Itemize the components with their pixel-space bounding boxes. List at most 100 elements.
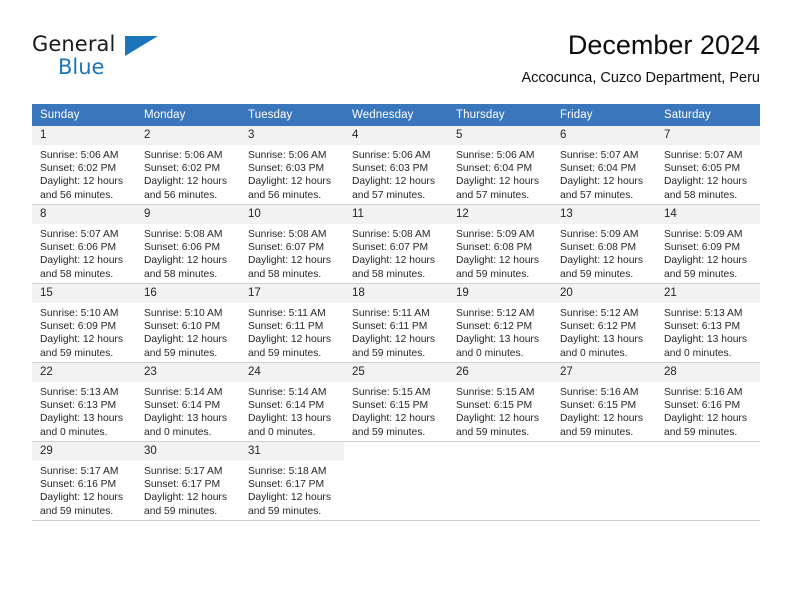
daylight-text-line1: Daylight: 12 hours (456, 413, 539, 425)
day-cell[interactable]: 29 Sunrise: 5:17 AM Sunset: 6:16 PM Dayligh… (32, 441, 136, 521)
daylight-text-line2: and 59 minutes. (144, 347, 218, 359)
day-cell[interactable]: 21 Sunrise: 5:13 AM Sunset: 6:13 PM Dayligh… (656, 283, 760, 363)
sunrise-text: Sunrise: 5:09 AM (456, 229, 535, 240)
sunset-text: Sunset: 6:15 PM (560, 400, 637, 412)
daylight-text-line1: Daylight: 12 hours (664, 255, 747, 267)
day-cell[interactable]: 3 Sunrise: 5:06 AM Sunset: 6:03 PM Daylight… (240, 126, 344, 205)
day-number: 20 (552, 284, 656, 303)
day-cell[interactable]: 31 Sunrise: 5:18 AM Sunset: 6:17 PM Dayligh… (240, 441, 344, 521)
sunset-text: Sunset: 6:12 PM (456, 321, 533, 333)
calendar-week-row: 29 Sunrise: 5:17 AM Sunset: 6:16 PM Dayligh… (32, 441, 760, 521)
day-cell[interactable]: 22 Sunrise: 5:13 AM Sunset: 6:13 PM Dayligh… (32, 362, 136, 442)
sunset-text: Sunset: 6:02 PM (144, 163, 221, 175)
day-cell[interactable]: 26 Sunrise: 5:15 AM Sunset: 6:15 PM Dayligh… (448, 362, 552, 442)
daylight-text-line2: and 59 minutes. (456, 426, 530, 438)
weekday-header-monday: Monday (136, 104, 240, 126)
day-cell[interactable]: 14 Sunrise: 5:09 AM Sunset: 6:09 PM Dayligh… (656, 204, 760, 284)
day-details: Sunrise: 5:12 AM Sunset: 6:12 PM Daylight:… (552, 303, 656, 360)
daylight-text-line1: Daylight: 13 hours (560, 334, 643, 346)
weekday-header-thursday: Thursday (448, 104, 552, 126)
daylight-text-line2: and 59 minutes. (560, 268, 634, 280)
calendar-week-row: 15 Sunrise: 5:10 AM Sunset: 6:09 PM Dayligh… (32, 283, 760, 363)
day-cell[interactable]: 20 Sunrise: 5:12 AM Sunset: 6:12 PM Dayligh… (552, 283, 656, 363)
day-details: Sunrise: 5:07 AM Sunset: 6:06 PM Daylight:… (32, 224, 136, 281)
page-header: General Blue December 2024 Accocunca, Cu… (32, 28, 760, 96)
day-number (448, 442, 552, 461)
sunset-text: Sunset: 6:02 PM (40, 163, 117, 175)
day-number: 22 (32, 363, 136, 382)
day-cell[interactable]: 28 Sunrise: 5:16 AM Sunset: 6:16 PM Dayligh… (656, 362, 760, 442)
day-number: 30 (136, 442, 240, 461)
day-details: Sunrise: 5:17 AM Sunset: 6:16 PM Daylight:… (32, 461, 136, 518)
day-cell[interactable]: 25 Sunrise: 5:15 AM Sunset: 6:15 PM Dayligh… (344, 362, 448, 442)
daylight-text-line2: and 59 minutes. (40, 505, 114, 517)
day-number: 16 (136, 284, 240, 303)
day-cell[interactable]: 8 Sunrise: 5:07 AM Sunset: 6:06 PM Daylight… (32, 204, 136, 284)
daylight-text-line1: Daylight: 12 hours (664, 176, 747, 188)
sunrise-text: Sunrise: 5:18 AM (248, 466, 327, 477)
day-cell[interactable]: 18 Sunrise: 5:11 AM Sunset: 6:11 PM Dayligh… (344, 283, 448, 363)
day-cell[interactable]: 10 Sunrise: 5:08 AM Sunset: 6:07 PM Dayligh… (240, 204, 344, 284)
day-cell[interactable]: 30 Sunrise: 5:17 AM Sunset: 6:17 PM Dayligh… (136, 441, 240, 521)
day-cell[interactable]: 9 Sunrise: 5:08 AM Sunset: 6:06 PM Daylight… (136, 204, 240, 284)
day-details: Sunrise: 5:06 AM Sunset: 6:02 PM Daylight:… (32, 145, 136, 202)
day-number: 10 (240, 205, 344, 224)
sunrise-text: Sunrise: 5:12 AM (560, 308, 639, 319)
day-cell[interactable]: 12 Sunrise: 5:09 AM Sunset: 6:08 PM Dayligh… (448, 204, 552, 284)
day-details: Sunrise: 5:17 AM Sunset: 6:17 PM Daylight:… (136, 461, 240, 518)
daylight-text-line1: Daylight: 12 hours (40, 492, 123, 504)
day-cell[interactable]: 7 Sunrise: 5:07 AM Sunset: 6:05 PM Daylight… (656, 126, 760, 205)
daylight-text-line1: Daylight: 12 hours (248, 255, 331, 267)
sunrise-text: Sunrise: 5:14 AM (248, 387, 327, 398)
daylight-text-line1: Daylight: 12 hours (456, 176, 539, 188)
day-cell[interactable]: 4 Sunrise: 5:06 AM Sunset: 6:03 PM Daylight… (344, 126, 448, 205)
day-details: Sunrise: 5:15 AM Sunset: 6:15 PM Daylight:… (448, 382, 552, 439)
sunset-text: Sunset: 6:14 PM (248, 400, 325, 412)
day-details: Sunrise: 5:15 AM Sunset: 6:15 PM Daylight:… (344, 382, 448, 439)
day-cell[interactable]: 15 Sunrise: 5:10 AM Sunset: 6:09 PM Dayligh… (32, 283, 136, 363)
day-cell-empty (656, 441, 760, 521)
sunrise-text: Sunrise: 5:16 AM (560, 387, 639, 398)
day-number: 13 (552, 205, 656, 224)
daylight-text-line2: and 0 minutes. (664, 347, 732, 359)
daylight-text-line2: and 56 minutes. (248, 189, 322, 201)
daylight-text-line2: and 59 minutes. (144, 505, 218, 517)
sunset-text: Sunset: 6:15 PM (456, 400, 533, 412)
sunset-text: Sunset: 6:08 PM (560, 242, 637, 254)
day-number: 21 (656, 284, 760, 303)
day-details: Sunrise: 5:18 AM Sunset: 6:17 PM Daylight:… (240, 461, 344, 518)
day-cell[interactable]: 23 Sunrise: 5:14 AM Sunset: 6:14 PM Dayligh… (136, 362, 240, 442)
day-details: Sunrise: 5:09 AM Sunset: 6:09 PM Daylight:… (656, 224, 760, 281)
sunrise-text: Sunrise: 5:09 AM (560, 229, 639, 240)
day-number: 4 (344, 126, 448, 145)
day-cell[interactable]: 6 Sunrise: 5:07 AM Sunset: 6:04 PM Daylight… (552, 126, 656, 205)
day-number: 18 (344, 284, 448, 303)
sunrise-text: Sunrise: 5:06 AM (456, 150, 535, 161)
day-number: 25 (344, 363, 448, 382)
day-cell[interactable]: 24 Sunrise: 5:14 AM Sunset: 6:14 PM Dayligh… (240, 362, 344, 442)
daylight-text-line2: and 58 minutes. (40, 268, 114, 280)
daylight-text-line1: Daylight: 12 hours (144, 255, 227, 267)
day-cell[interactable]: 13 Sunrise: 5:09 AM Sunset: 6:08 PM Dayligh… (552, 204, 656, 284)
day-cell[interactable]: 11 Sunrise: 5:08 AM Sunset: 6:07 PM Dayligh… (344, 204, 448, 284)
day-cell[interactable]: 17 Sunrise: 5:11 AM Sunset: 6:11 PM Dayligh… (240, 283, 344, 363)
daylight-text-line1: Daylight: 12 hours (40, 334, 123, 346)
day-number (344, 442, 448, 461)
sunrise-text: Sunrise: 5:14 AM (144, 387, 223, 398)
day-cell[interactable]: 5 Sunrise: 5:06 AM Sunset: 6:04 PM Daylight… (448, 126, 552, 205)
day-cell[interactable]: 1 Sunrise: 5:06 AM Sunset: 6:02 PM Daylight… (32, 126, 136, 205)
day-cell[interactable]: 27 Sunrise: 5:16 AM Sunset: 6:15 PM Dayligh… (552, 362, 656, 442)
day-number: 17 (240, 284, 344, 303)
day-cell[interactable]: 16 Sunrise: 5:10 AM Sunset: 6:10 PM Dayligh… (136, 283, 240, 363)
sunset-text: Sunset: 6:05 PM (664, 163, 741, 175)
day-details: Sunrise: 5:07 AM Sunset: 6:04 PM Daylight:… (552, 145, 656, 202)
general-blue-logo[interactable]: General Blue (32, 32, 162, 80)
day-cell[interactable]: 2 Sunrise: 5:06 AM Sunset: 6:02 PM Daylight… (136, 126, 240, 205)
day-number: 24 (240, 363, 344, 382)
day-number: 5 (448, 126, 552, 145)
sunrise-text: Sunrise: 5:11 AM (248, 308, 326, 319)
day-cell[interactable]: 19 Sunrise: 5:12 AM Sunset: 6:12 PM Dayligh… (448, 283, 552, 363)
daylight-text-line1: Daylight: 13 hours (144, 413, 227, 425)
day-number: 23 (136, 363, 240, 382)
daylight-text-line1: Daylight: 12 hours (144, 176, 227, 188)
